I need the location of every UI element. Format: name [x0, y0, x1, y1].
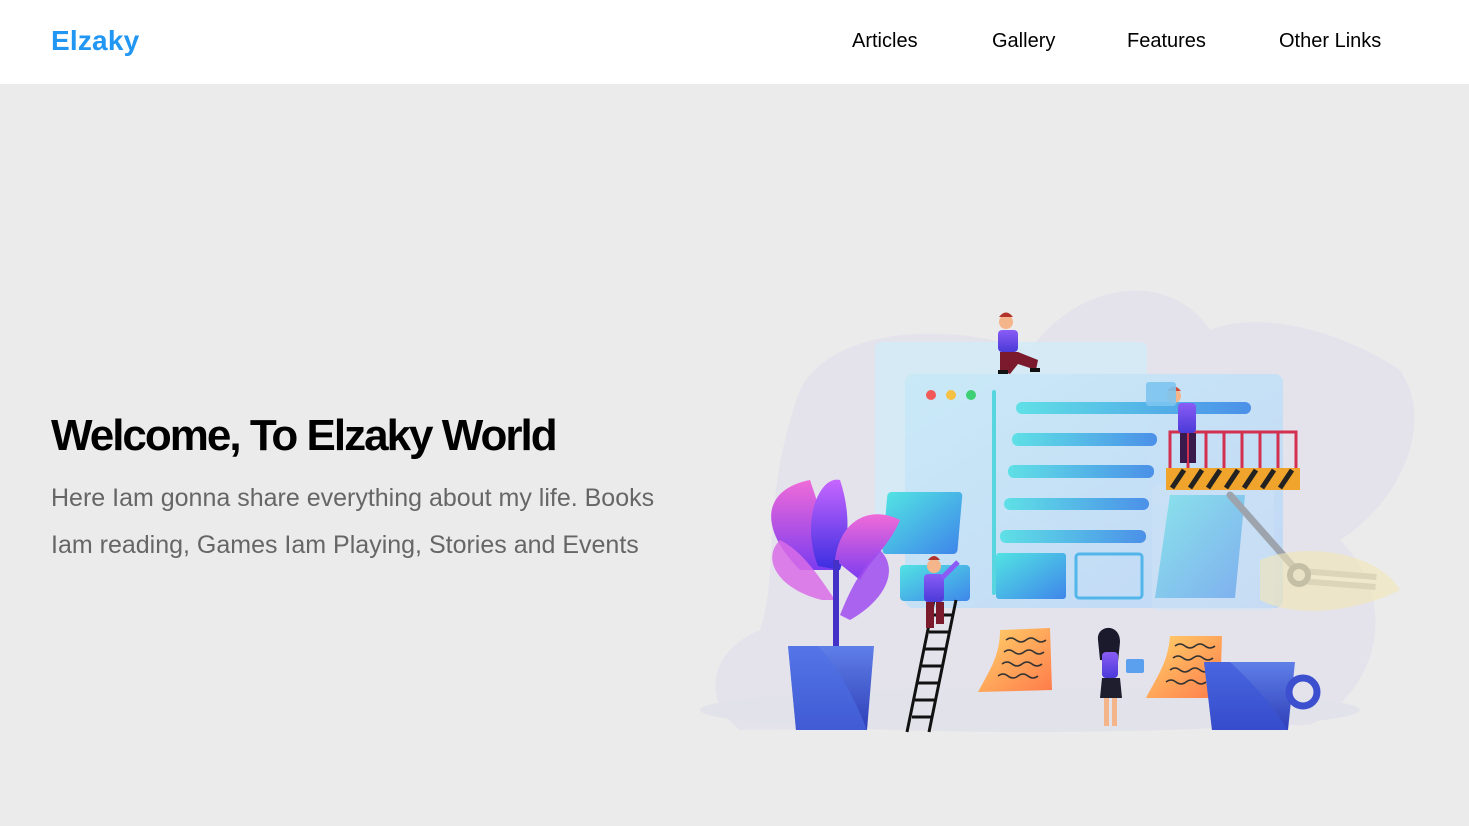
- nav-link-other-links[interactable]: Other Links: [1279, 30, 1381, 53]
- nav-link-features[interactable]: Features: [1127, 30, 1206, 53]
- website-building-illustration: [700, 290, 1415, 733]
- site-header: Elzaky Articles Gallery Features Other L…: [0, 0, 1469, 84]
- hero-description: Here Iam gonna share everything about my…: [51, 484, 655, 559]
- hero-text-block: Welcome, To Elzaky World Here Iam gonna …: [51, 409, 671, 569]
- nav-link-articles[interactable]: Articles: [852, 30, 918, 53]
- hero-title: Welcome, To Elzaky World: [51, 411, 558, 460]
- logo-link[interactable]: Elzaky: [51, 25, 139, 57]
- nav-link-gallery[interactable]: Gallery: [992, 30, 1055, 53]
